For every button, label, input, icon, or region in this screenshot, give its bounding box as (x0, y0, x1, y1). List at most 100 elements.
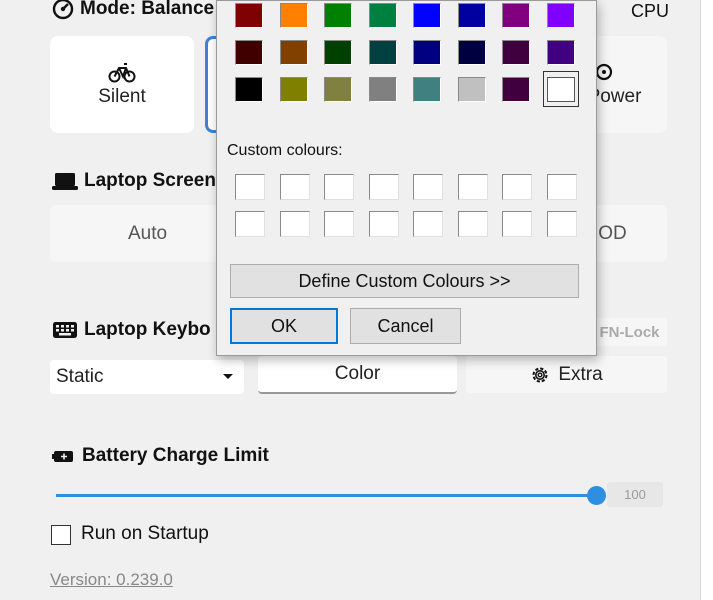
cancel-button[interactable]: Cancel (350, 308, 461, 344)
custom-color-slot[interactable] (324, 174, 354, 200)
custom-color-slot[interactable] (502, 211, 532, 237)
color-swatch[interactable] (498, 71, 534, 107)
color-swatch[interactable] (454, 71, 490, 107)
ok-label: OK (270, 315, 297, 336)
color-swatch[interactable] (409, 0, 445, 33)
custom-color-slot[interactable] (457, 211, 488, 237)
color-swatch[interactable] (320, 34, 356, 70)
custom-color-slot[interactable] (368, 174, 399, 200)
color-swatch-fill (368, 2, 397, 28)
gear-icon (532, 367, 548, 382)
run-on-startup-label[interactable]: Run on Startup (81, 523, 209, 545)
color-swatch[interactable] (276, 0, 312, 33)
color-swatch-fill (368, 39, 397, 65)
color-swatch-fill (502, 76, 530, 102)
battery-slider-fill (56, 494, 596, 497)
color-swatch-fill (546, 76, 575, 102)
color-swatch[interactable] (320, 71, 356, 107)
cancel-label: Cancel (377, 315, 434, 336)
color-swatch-fill (235, 2, 263, 28)
custom-color-slot[interactable] (413, 211, 443, 237)
color-swatch-fill (413, 76, 441, 102)
color-swatch-fill (324, 76, 352, 102)
mode-title: Mode: Balance (52, 0, 214, 20)
battery-slider-thumb[interactable] (587, 486, 606, 505)
mode-silent-label: Silent (98, 85, 146, 107)
define-custom-colours-label: Define Custom Colours >> (298, 270, 511, 291)
cpu-label: CPU (631, 1, 670, 21)
color-swatch[interactable] (276, 34, 312, 70)
custom-color-slot[interactable] (235, 174, 265, 200)
color-swatch[interactable] (409, 34, 445, 70)
color-swatch-fill (324, 39, 352, 65)
run-on-startup-checkbox[interactable] (51, 525, 71, 545)
mode-silent-button[interactable]: Silent (50, 36, 194, 133)
color-swatch-fill (368, 76, 397, 102)
custom-color-slot[interactable] (235, 211, 265, 237)
battery-limit-field[interactable]: 100 (607, 482, 663, 507)
custom-color-slot[interactable] (546, 174, 577, 200)
color-swatch[interactable] (498, 34, 534, 70)
keyboard-mode-value: Static (56, 366, 104, 387)
color-swatch[interactable] (365, 71, 401, 107)
color-swatch[interactable] (498, 0, 534, 33)
custom-color-slot[interactable] (324, 211, 354, 237)
define-custom-colours-button[interactable]: Define Custom Colours >> (230, 264, 579, 298)
battery-label: Battery Charge Limit (82, 445, 269, 466)
keyboard-icon (53, 322, 77, 338)
color-swatch[interactable] (409, 71, 445, 107)
color-swatch[interactable] (365, 0, 401, 33)
mode-label: Mode: Balance (80, 0, 215, 19)
color-swatch[interactable] (542, 71, 579, 107)
color-swatch[interactable] (543, 0, 579, 33)
battery-title: Battery Charge Limit (52, 445, 269, 467)
screen-label: Laptop Screen (84, 170, 216, 191)
keyboard-title: Laptop Keybo (52, 319, 211, 341)
color-swatch[interactable] (365, 34, 401, 70)
color-swatch-fill (457, 76, 486, 102)
bike-icon (108, 62, 136, 82)
keyboard-label: Laptop Keybo (84, 319, 211, 340)
color-swatch-fill (546, 2, 575, 28)
custom-colours-label: Custom colours: (227, 142, 343, 159)
color-swatch[interactable] (276, 71, 312, 107)
keyboard-color-button[interactable]: Color (258, 356, 457, 394)
custom-color-slot[interactable] (502, 174, 532, 200)
keyboard-color-label: Color (334, 363, 381, 384)
color-swatch[interactable] (231, 71, 267, 107)
fn-lock-label: FN-Lock (599, 323, 660, 341)
color-swatch-fill (413, 39, 441, 65)
custom-color-slot[interactable] (546, 211, 577, 237)
color-swatch-fill (546, 39, 575, 65)
battery-icon (52, 451, 73, 462)
gauge-icon (52, 0, 74, 20)
color-swatch-fill (279, 76, 308, 102)
color-swatch[interactable] (454, 34, 490, 70)
ok-button[interactable]: OK (230, 308, 338, 344)
color-swatch[interactable] (231, 0, 267, 33)
keyboard-extra-button[interactable]: Extra (466, 356, 667, 393)
custom-color-slot[interactable] (457, 174, 488, 200)
color-swatch[interactable] (454, 0, 490, 33)
color-swatch-fill (235, 39, 263, 65)
custom-color-slot[interactable] (413, 174, 443, 200)
color-swatch-fill (502, 2, 530, 28)
custom-color-slot[interactable] (368, 211, 399, 237)
color-swatch-fill (279, 39, 308, 65)
color-swatch[interactable] (320, 0, 356, 33)
custom-color-slot[interactable] (279, 174, 310, 200)
color-swatch-fill (413, 2, 441, 28)
screen-auto-label: Auto (127, 222, 168, 244)
color-swatch-fill (279, 2, 308, 28)
version-link[interactable]: Version: 0.239.0 (50, 570, 173, 590)
laptop-icon (52, 173, 78, 190)
color-swatch-fill (235, 76, 263, 102)
keyboard-mode-select[interactable]: Static (50, 360, 244, 394)
color-swatch-fill (502, 39, 530, 65)
screen-title: Laptop Screen (52, 170, 216, 192)
battery-slider-track[interactable] (56, 486, 606, 505)
custom-color-slot[interactable] (279, 211, 310, 237)
color-swatch[interactable] (231, 34, 267, 70)
color-swatch[interactable] (543, 34, 579, 70)
keyboard-extra-label: Extra (558, 363, 603, 385)
